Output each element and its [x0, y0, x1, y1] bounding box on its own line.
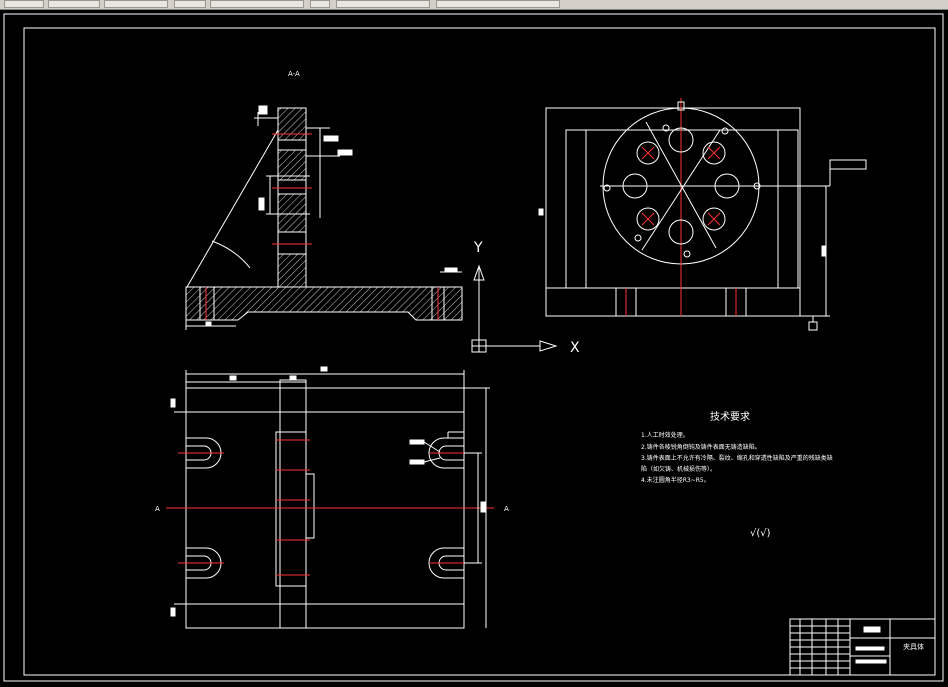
- layer-dropdown[interactable]: [210, 0, 304, 8]
- tech-line-1: 1.人工时效处理。: [641, 431, 689, 439]
- tech-title: 技术要求: [710, 410, 750, 423]
- drawing-canvas[interactable]: A-A Y X A A 技术要求 1.人工时效处理。 2.铸件各棱锐角倒钝及铸件…: [0, 9, 948, 687]
- tech-line-4: 陷（如欠铸、机械损伤等）。: [641, 465, 716, 473]
- view-mark-a-left: A: [155, 505, 160, 513]
- top-view: A A: [155, 366, 509, 629]
- tech-line-3: 3.铸件表面上不允许有冷隔、裂纹、缩孔和穿透性缺陷及严重的残缺类缺: [641, 454, 833, 462]
- linetype-dropdown[interactable]: [336, 0, 430, 8]
- title-block-name: 夹具体: [903, 642, 924, 651]
- toolbar-button[interactable]: [310, 0, 330, 8]
- section-view: A-A: [185, 70, 463, 330]
- title-block: 夹具体: [789, 618, 936, 676]
- lineweight-dropdown[interactable]: [436, 0, 560, 8]
- view-mark-a-right: A: [504, 505, 509, 513]
- tech-line-2: 2.铸件各棱锐角倒钝及铸件表面无铸造缺陷。: [641, 443, 761, 451]
- roughness-symbol: √(√): [750, 528, 771, 539]
- toolbar-button[interactable]: [48, 0, 100, 8]
- toolbar-button[interactable]: [4, 0, 44, 8]
- toolbar-button[interactable]: [104, 0, 168, 8]
- tech-line-5: 4.未注圆角半径R3~R5。: [641, 476, 710, 484]
- ucs-icon: Y X: [471, 240, 580, 356]
- front-view: [538, 98, 867, 331]
- ucs-x-label: X: [570, 340, 580, 356]
- toolbar-button[interactable]: [174, 0, 206, 8]
- technical-requirements: 技术要求 1.人工时效处理。 2.铸件各棱锐角倒钝及铸件表面无铸造缺陷。 3.铸…: [641, 410, 833, 539]
- ucs-y-label: Y: [473, 240, 483, 256]
- section-label: A-A: [288, 70, 300, 78]
- drawing-border-outer: [3, 13, 944, 682]
